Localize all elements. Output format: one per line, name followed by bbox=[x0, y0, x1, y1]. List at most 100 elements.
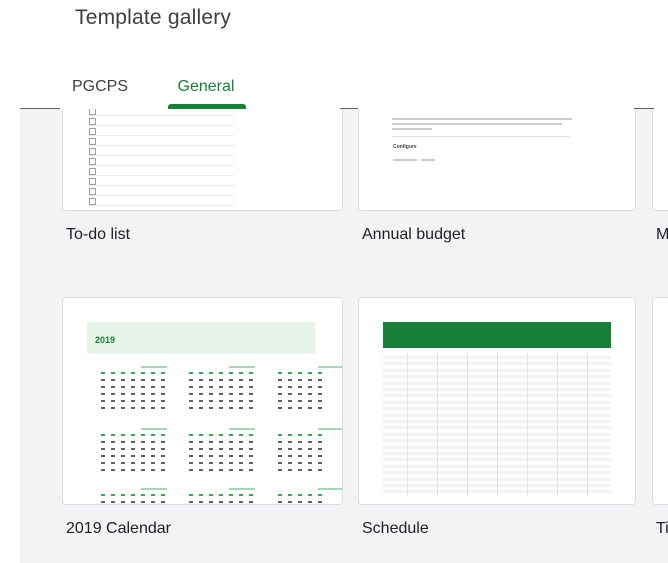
calendar-day bbox=[141, 434, 145, 436]
calendar-day bbox=[308, 441, 312, 443]
template-label-partial-2: Ti bbox=[656, 520, 668, 537]
calendar-day bbox=[121, 448, 125, 450]
calendar-day bbox=[209, 400, 213, 402]
calendar-month-label bbox=[141, 488, 167, 490]
tab-general[interactable]: General bbox=[168, 76, 244, 104]
todo-line bbox=[89, 175, 234, 176]
calendar-day bbox=[189, 448, 193, 450]
calendar-day bbox=[298, 448, 302, 450]
template-card-annual-budget[interactable]: Configure bbox=[358, 109, 636, 211]
calendar-day bbox=[161, 448, 165, 450]
calendar-day bbox=[278, 441, 282, 443]
calendar-day bbox=[308, 494, 312, 496]
calendar-day bbox=[189, 455, 193, 457]
calendar-day bbox=[318, 400, 322, 402]
calendar-day bbox=[318, 501, 322, 503]
calendar-day bbox=[249, 494, 253, 496]
calendar-day bbox=[121, 379, 125, 381]
calendar-day bbox=[318, 407, 322, 409]
calendar-day bbox=[229, 400, 233, 402]
calendar-day bbox=[101, 372, 105, 374]
calendar-day bbox=[111, 372, 115, 374]
calendar-day bbox=[101, 386, 105, 388]
calendar-day bbox=[131, 448, 135, 450]
calendar-day bbox=[141, 393, 145, 395]
calendar-day bbox=[288, 393, 292, 395]
calendar-day bbox=[318, 448, 322, 450]
calendar-day bbox=[249, 501, 253, 503]
calendar-day bbox=[189, 407, 193, 409]
template-card-partial-2[interactable] bbox=[652, 297, 668, 505]
calendar-day bbox=[111, 501, 115, 503]
todo-checkbox-icon bbox=[89, 178, 96, 185]
template-card-2019-calendar[interactable]: 2019 bbox=[62, 297, 343, 505]
calendar-day bbox=[101, 455, 105, 457]
calendar-day bbox=[121, 386, 125, 388]
calendar-day bbox=[111, 469, 115, 471]
calendar-day bbox=[229, 372, 233, 374]
page-title: Template gallery bbox=[75, 6, 232, 29]
calendar-day bbox=[278, 400, 282, 402]
calendar-day bbox=[189, 494, 193, 496]
calendar-day bbox=[161, 379, 165, 381]
calendar-day bbox=[239, 434, 243, 436]
calendar-day bbox=[101, 469, 105, 471]
calendar-month-label bbox=[229, 366, 255, 368]
calendar-day bbox=[131, 393, 135, 395]
calendar-day bbox=[308, 407, 312, 409]
tab-bar: PGCPS General bbox=[0, 76, 668, 110]
calendar-day bbox=[101, 393, 105, 395]
calendar-day bbox=[199, 400, 203, 402]
template-card-partial[interactable] bbox=[652, 109, 668, 211]
calendar-day bbox=[308, 400, 312, 402]
calendar-day bbox=[189, 400, 193, 402]
schedule-column bbox=[407, 353, 408, 496]
calendar-day bbox=[111, 462, 115, 464]
calendar-day bbox=[318, 469, 322, 471]
calendar-day bbox=[219, 386, 223, 388]
calendar-day bbox=[278, 407, 282, 409]
calendar-day bbox=[288, 441, 292, 443]
thumb-text-line bbox=[421, 159, 435, 161]
calendar-day bbox=[308, 393, 312, 395]
calendar-day bbox=[151, 448, 155, 450]
calendar-day bbox=[219, 441, 223, 443]
calendar-day bbox=[131, 372, 135, 374]
calendar-day bbox=[209, 462, 213, 464]
calendar-day bbox=[219, 379, 223, 381]
todo-line bbox=[89, 185, 234, 186]
calendar-day bbox=[298, 386, 302, 388]
calendar-day bbox=[199, 501, 203, 503]
calendar-day bbox=[209, 379, 213, 381]
calendar-day bbox=[239, 494, 243, 496]
calendar-day bbox=[288, 469, 292, 471]
calendar-day bbox=[219, 434, 223, 436]
calendar-day bbox=[219, 501, 223, 503]
calendar-month-label bbox=[141, 428, 167, 430]
calendar-day bbox=[151, 469, 155, 471]
todo-checkbox-icon bbox=[89, 188, 96, 195]
schedule-header-band bbox=[383, 322, 611, 348]
calendar-day bbox=[161, 455, 165, 457]
calendar-day bbox=[239, 455, 243, 457]
calendar-day bbox=[199, 469, 203, 471]
thumb-divider bbox=[392, 136, 570, 137]
calendar-day bbox=[209, 386, 213, 388]
template-card-todo-list[interactable] bbox=[62, 109, 343, 211]
calendar-day bbox=[189, 372, 193, 374]
calendar-day bbox=[161, 372, 165, 374]
calendar-day bbox=[239, 372, 243, 374]
template-card-schedule[interactable] bbox=[358, 297, 636, 505]
tab-pgcps[interactable]: PGCPS bbox=[66, 76, 134, 104]
calendar-day bbox=[288, 434, 292, 436]
calendar-day bbox=[298, 462, 302, 464]
calendar-day bbox=[308, 462, 312, 464]
calendar-month-label bbox=[318, 428, 342, 430]
calendar-day bbox=[209, 407, 213, 409]
calendar-day bbox=[298, 441, 302, 443]
calendar-day bbox=[101, 448, 105, 450]
calendar-day bbox=[308, 386, 312, 388]
calendar-day bbox=[111, 494, 115, 496]
calendar-month-label bbox=[318, 366, 342, 368]
calendar-day bbox=[288, 386, 292, 388]
